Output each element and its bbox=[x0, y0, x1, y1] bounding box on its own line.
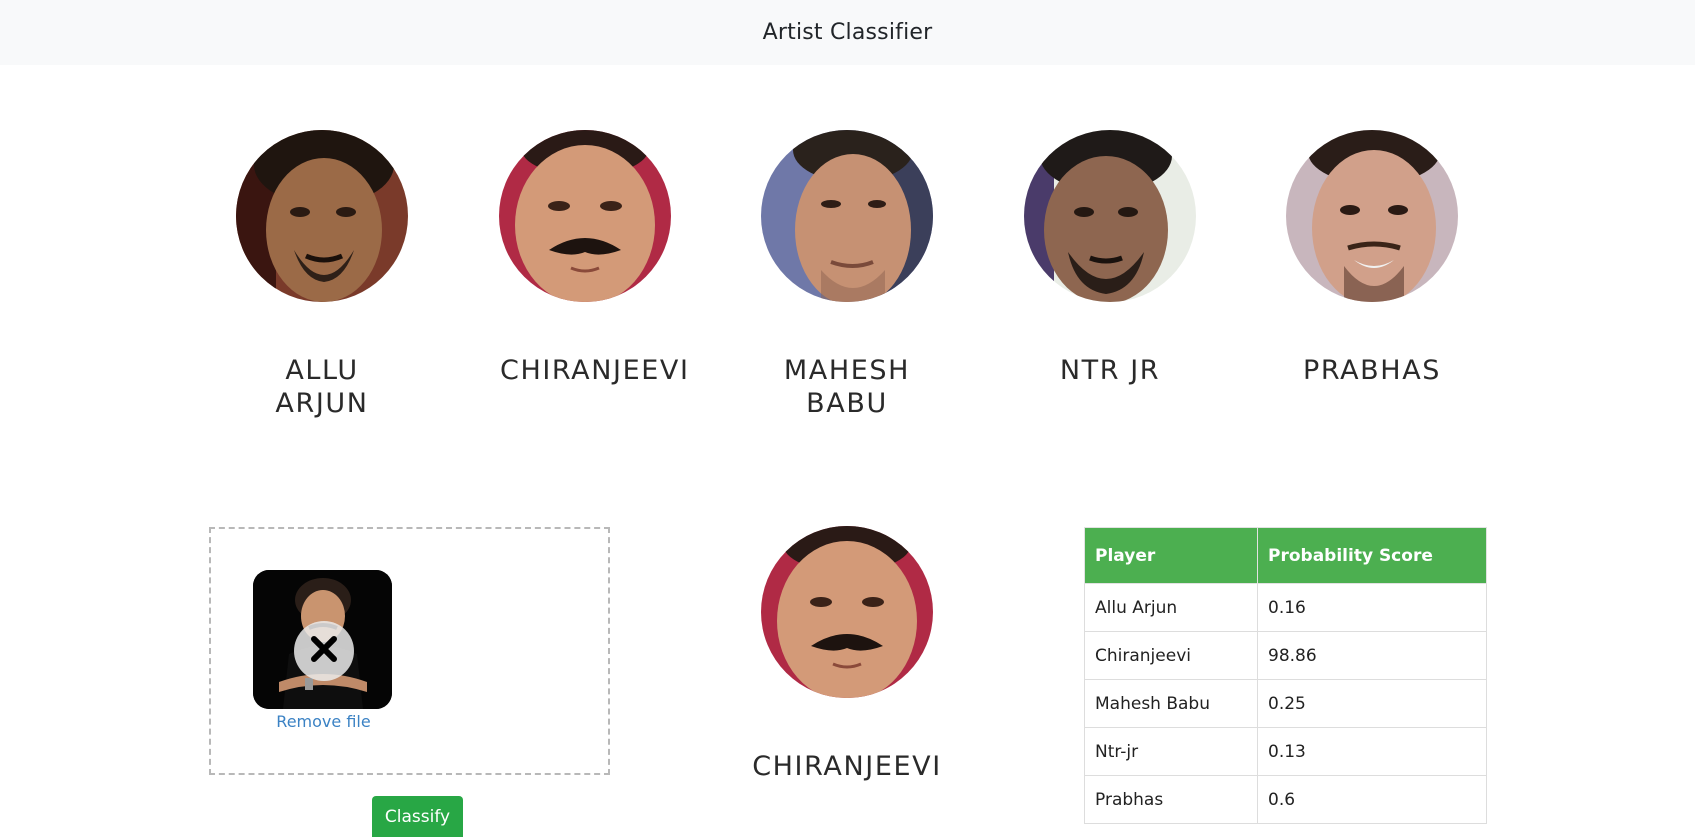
player-cell: Allu Arjun bbox=[1084, 583, 1258, 632]
column-header-player: Player bbox=[1084, 527, 1258, 584]
table-row: Ntr-jr 0.13 bbox=[1084, 727, 1487, 776]
table-row: Prabhas 0.6 bbox=[1084, 775, 1487, 824]
table-row: Chiranjeevi 98.86 bbox=[1084, 631, 1487, 680]
artist-card-mahesh-babu: MAHESH BABU bbox=[737, 130, 957, 420]
artist-photo-mahesh-babu bbox=[761, 130, 933, 302]
artist-photo-prabhas bbox=[1286, 130, 1458, 302]
player-cell: Mahesh Babu bbox=[1084, 679, 1258, 728]
score-cell: 0.25 bbox=[1257, 679, 1487, 728]
artist-gallery: ALLU ARJUN CHIRANJEEVI MAHESH BABU NTR J… bbox=[0, 0, 1695, 450]
probability-table: Player Probability Score Allu Arjun 0.16… bbox=[1084, 527, 1487, 824]
artist-name: PRABHAS bbox=[1302, 355, 1442, 386]
score-cell: 0.13 bbox=[1257, 727, 1487, 776]
table-row: Allu Arjun 0.16 bbox=[1084, 583, 1487, 632]
close-icon bbox=[309, 634, 339, 668]
artist-name: MAHESH BABU bbox=[783, 355, 911, 419]
score-cell: 0.6 bbox=[1257, 775, 1487, 824]
table-header-row: Player Probability Score bbox=[1084, 527, 1487, 584]
artist-photo-chiranjeevi bbox=[499, 130, 671, 302]
artist-card-ntr-jr: NTR JR bbox=[1000, 130, 1220, 387]
result-name: CHIRANJEEVI bbox=[752, 751, 942, 782]
remove-file-button[interactable] bbox=[294, 621, 354, 681]
remove-file-link[interactable]: Remove file bbox=[251, 712, 396, 731]
artist-photo-allu-arjun bbox=[236, 130, 408, 302]
artist-card-prabhas: PRABHAS bbox=[1262, 130, 1482, 387]
artist-photo-ntr-jr bbox=[1024, 130, 1196, 302]
player-cell: Chiranjeevi bbox=[1084, 631, 1258, 680]
result-photo bbox=[761, 526, 933, 698]
classify-button[interactable]: Classify bbox=[372, 796, 463, 837]
artist-name: ALLU ARJUN bbox=[275, 355, 369, 419]
score-cell: 0.16 bbox=[1257, 583, 1487, 632]
result-card: CHIRANJEEVI bbox=[737, 526, 957, 783]
artist-name: NTR JR bbox=[1059, 355, 1161, 386]
player-cell: Ntr-jr bbox=[1084, 727, 1258, 776]
file-dropzone[interactable]: Remove file bbox=[209, 527, 610, 775]
artist-card-allu-arjun: ALLU ARJUN bbox=[212, 130, 432, 420]
table-row: Mahesh Babu 0.25 bbox=[1084, 679, 1487, 728]
artist-name: CHIRANJEEVI bbox=[500, 355, 690, 386]
player-cell: Prabhas bbox=[1084, 775, 1258, 824]
artist-card-chiranjeevi: CHIRANJEEVI bbox=[475, 130, 695, 387]
column-header-probability: Probability Score bbox=[1257, 527, 1487, 584]
score-cell: 98.86 bbox=[1257, 631, 1487, 680]
